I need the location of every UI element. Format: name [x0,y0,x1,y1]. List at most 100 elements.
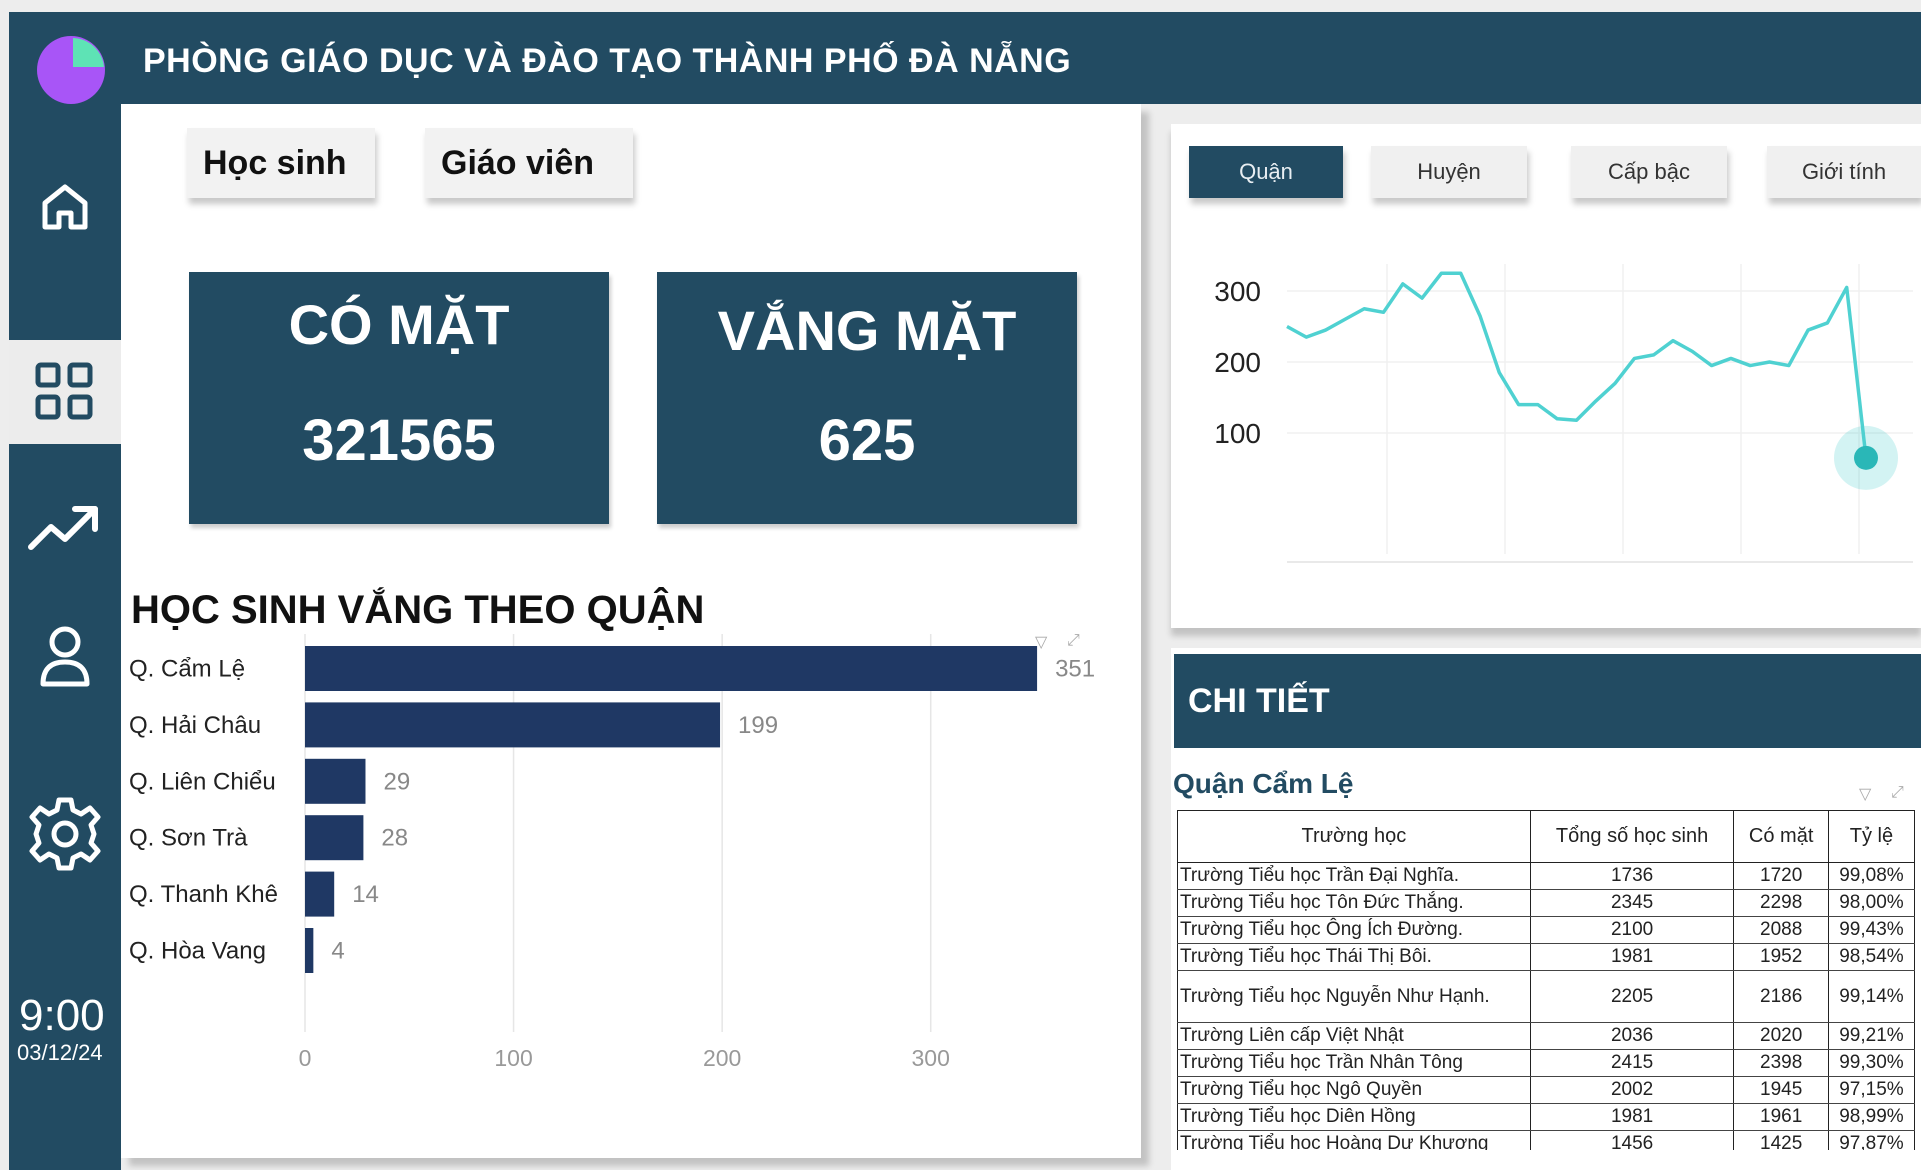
col-total[interactable]: Tổng số học sinh [1529,810,1735,863]
detail-header: CHI TIẾT [1174,654,1921,748]
bar [305,758,366,804]
table-header-row: Trường học Tổng số học sinh Có mặt Tỷ lệ [1177,810,1916,863]
col-school[interactable]: Trường học [1177,810,1531,863]
col-rate[interactable]: Tỷ lệ [1827,810,1916,863]
table-row[interactable]: Trường Tiểu học Nguyễn Như Hạnh. 2205 2186… [1177,970,1916,1023]
cell-rate: 97,15% [1827,1076,1916,1104]
cell-total: 1981 [1529,943,1735,971]
clock: 9:00 03/12/24 [13,992,121,1066]
cell-present: 1961 [1733,1103,1829,1131]
trend-line-chart: 400300200100 [1214,264,1913,563]
bar [305,815,364,861]
x-tick-label: 0 [299,1045,312,1071]
nav-settings[interactable] [9,786,121,882]
y-tick-label: 100 [1214,418,1261,449]
col-present[interactable]: Có mặt [1733,810,1829,863]
data-label: 14 [352,881,379,908]
tab-cap-bac[interactable]: Cấp bậc [1571,146,1727,198]
cell-total: 2036 [1529,1022,1735,1050]
data-label: 4 [331,938,344,965]
table-expand-icon[interactable]: ⤢ [1891,784,1904,802]
page-title: PHÒNG GIÁO DỤC VÀ ĐÀO TẠO THÀNH PHỐ ĐÀ N… [143,42,1072,80]
clock-date: 03/12/24 [17,1040,103,1065]
cell-total: 2415 [1529,1049,1735,1077]
category-label: Q. Liên Chiểu [129,768,276,795]
grid-icon [35,362,93,420]
y-tick-label: 300 [1214,276,1261,307]
table-row[interactable]: Trường Liên cấp Việt Nhật 2036 2020 99,21% [1177,1022,1916,1050]
home-icon [42,184,88,230]
cell-present: 1952 [1733,943,1829,971]
category-label: Q. Sơn Trà [129,825,248,852]
cell-total: 1456 [1529,1130,1735,1150]
cell-total: 1736 [1529,862,1735,890]
logo-icon [37,36,105,104]
cell-total: 2345 [1529,889,1735,917]
present-value: 321565 [302,408,496,473]
school-table: Trường học Tổng số học sinh Có mặt Tỷ lệ… [1177,810,1916,1150]
cell-total: 2205 [1529,970,1735,1023]
cell-present: 2186 [1733,970,1829,1023]
present-kpi-card: CÓ MẶT 321565 [189,272,609,524]
students-toggle-button[interactable]: Học sinh [187,128,375,198]
clock-time: 9:00 [19,991,105,1040]
cell-total: 2002 [1529,1076,1735,1104]
trend-icon [28,506,98,550]
table-row[interactable]: Trường Tiểu học Diên Hồng 1981 1961 98,99% [1177,1103,1916,1131]
cell-total: 1981 [1529,1103,1735,1131]
x-tick-label: 100 [494,1045,532,1071]
table-row[interactable]: Trường Tiểu học Ngô Quyền 2002 1945 97,15% [1177,1076,1916,1104]
cell-rate: 99,21% [1827,1022,1916,1050]
cell-school: Trường Tiểu học Ông Ích Đường. [1177,916,1531,944]
table-row[interactable]: Trường Tiểu học Thái Thị Bôi. 1981 1952 98,… [1177,943,1916,971]
sidebar: 9:00 03/12/24 [9,12,121,1170]
absent-label: VẮNG MẶT [717,299,1017,362]
x-tick-label: 300 [912,1045,950,1071]
tab-huyen[interactable]: Huyện [1371,146,1527,198]
cell-present: 2298 [1733,889,1829,917]
dashboard-root: 9:00 03/12/24 PHÒNG GIÁO DỤC VÀ ĐÀO TẠO … [0,0,1921,1170]
nav-trends[interactable] [9,482,121,572]
tab-quan[interactable]: Quận [1189,146,1343,198]
table-row[interactable]: Trường Tiểu học Trần Nhân Tông 2415 2398 99… [1177,1049,1916,1077]
table-row[interactable]: Trường Tiểu học Tôn Đức Thắng. 2345 2298 98… [1177,889,1916,917]
cell-present: 1720 [1733,862,1829,890]
table-row[interactable]: Trường Tiểu học Hoàng Dư Khương 1456 1425 9… [1177,1130,1916,1150]
nav-profile[interactable] [9,612,121,702]
nav-dashboard[interactable] [9,340,121,444]
absence-bar-chart: 0 100 200 300 Q. Cẩm Lệ 351 Q. Hải Châu 199 Q. L… [129,634,1095,1071]
bar [305,646,1038,691]
trend-line [1286,271,1868,459]
category-label: Q. Hòa Vang [129,938,266,965]
cell-present: 2088 [1733,916,1829,944]
cell-school: Trường Tiểu học Trần Nhân Tông [1177,1049,1531,1077]
cell-school: Trường Tiểu học Trần Đại Nghĩa. [1177,862,1531,890]
tab-gioi-tinh[interactable]: Giới tính [1767,146,1921,198]
cell-total: 2100 [1529,916,1735,944]
cell-rate: 98,00% [1827,889,1916,917]
cell-rate: 99,43% [1827,916,1916,944]
cell-rate: 98,54% [1827,943,1916,971]
cell-school: Trường Tiểu học Nguyễn Như Hạnh. [1177,970,1531,1023]
trend-panel: Quận Huyện Cấp bậc Giới tính 40030020010… [1171,124,1921,628]
cell-school: Trường Tiểu học Thái Thị Bôi. [1177,943,1531,971]
detail-title: CHI TIẾT [1188,682,1330,720]
cell-school: Trường Tiểu học Ngô Quyền [1177,1076,1531,1104]
top-header: PHÒNG GIÁO DỤC VÀ ĐÀO TẠO THÀNH PHỐ ĐÀ N… [121,12,1921,104]
table-filter-icon[interactable]: ▽ [1859,784,1871,804]
cell-rate: 99,14% [1827,970,1916,1023]
table-row[interactable]: Trường Tiểu học Trần Đại Nghĩa. 1736 1720 9… [1177,862,1916,890]
cell-present: 2398 [1733,1049,1829,1077]
detail-panel: CHI TIẾT Quận Cẩm Lệ ▽ ⤢ Trường học Tổng… [1171,648,1921,1170]
left-panel: Học sinh Giáo viên CÓ MẶT 321565 VẮNG MẶ… [121,104,1141,1158]
category-label: Q. Thanh Khê [129,881,278,908]
cell-school: Trường Tiểu học Tôn Đức Thắng. [1177,889,1531,917]
cell-rate: 97,87% [1827,1130,1916,1150]
table-row[interactable]: Trường Tiểu học Ông Ích Đường. 2100 2088 99… [1177,916,1916,944]
category-label: Q. Hải Châu [129,712,261,739]
absent-kpi-card: VẮNG MẶT 625 [657,272,1077,524]
gear-icon [29,797,101,871]
user-icon [40,626,90,687]
nav-home[interactable] [9,160,121,254]
teachers-toggle-button[interactable]: Giáo viên [425,128,633,198]
